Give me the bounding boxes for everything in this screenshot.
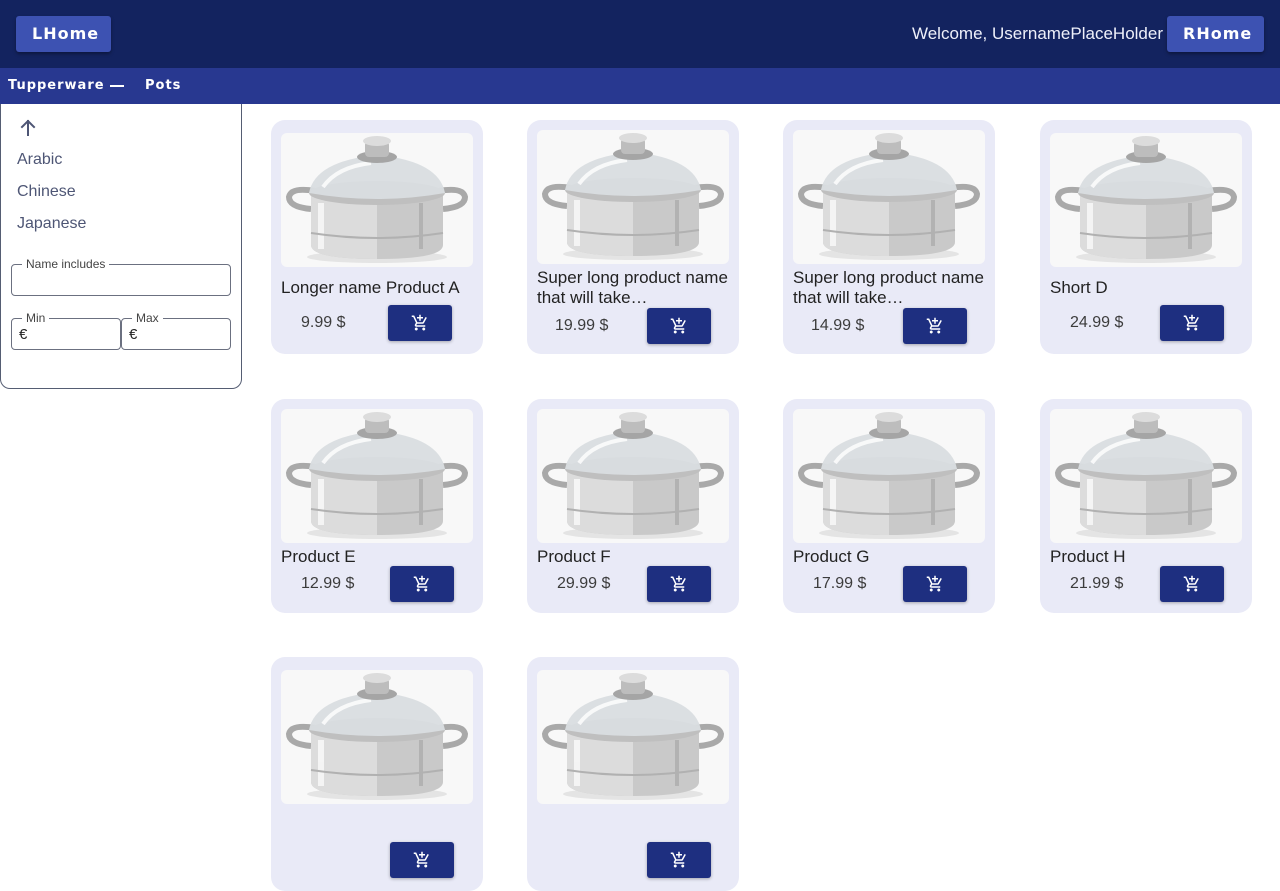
breadcrumb-item-pots[interactable]: Pots	[145, 78, 181, 94]
product-name: Product G	[793, 547, 870, 566]
cooking-pot-icon	[541, 412, 725, 539]
add-shopping-cart-icon	[670, 317, 686, 334]
add-shopping-cart-icon	[1183, 314, 1199, 331]
add-shopping-cart-icon	[413, 575, 429, 592]
add-shopping-cart-icon	[926, 317, 942, 334]
add-to-cart-button[interactable]	[390, 566, 454, 602]
product-card[interactable]: Short D 24.99 $	[1040, 120, 1252, 354]
breadcrumb-item-tupperware[interactable]: Tupperware	[8, 78, 105, 94]
add-to-cart-button[interactable]	[388, 305, 452, 341]
product-card[interactable]: Super long product name that will take… 1…	[527, 120, 739, 354]
product-name: Short D	[1050, 278, 1108, 297]
cooking-pot-icon	[285, 673, 469, 800]
product-card[interactable]: Product H 21.99 $	[1040, 399, 1252, 613]
product-card[interactable]	[527, 657, 739, 891]
rhome-button[interactable]: RHome	[1167, 16, 1264, 52]
product-image[interactable]	[537, 670, 729, 804]
product-card[interactable]: Product G 17.99 $	[783, 399, 995, 613]
filter-sidebar: Arabic Chinese Japanese Name includes Mi…	[0, 104, 242, 389]
product-price: 14.99 $	[811, 317, 865, 334]
product-card[interactable]: Longer name Product A 9.99 $	[271, 120, 483, 354]
cooking-pot-icon	[797, 412, 981, 539]
add-to-cart-button[interactable]	[647, 308, 711, 344]
product-name: Longer name Product A	[281, 278, 460, 297]
product-price: 12.99 $	[301, 575, 355, 592]
top-app-bar: LHome Welcome, UsernamePlaceHolder RHome	[0, 0, 1280, 68]
add-shopping-cart-icon	[413, 851, 429, 868]
product-card[interactable]: Product F 29.99 $	[527, 399, 739, 613]
add-to-cart-button[interactable]	[647, 566, 711, 602]
add-to-cart-button[interactable]	[1160, 305, 1224, 341]
max-price-input[interactable]	[122, 319, 230, 349]
min-price-input[interactable]	[12, 319, 120, 349]
add-to-cart-button[interactable]	[647, 842, 711, 878]
add-to-cart-button[interactable]	[390, 842, 454, 878]
product-price: 19.99 $	[555, 317, 609, 334]
cooking-pot-icon	[285, 412, 469, 539]
category-item-chinese[interactable]: Chinese	[17, 182, 76, 202]
cooking-pot-icon	[797, 133, 981, 260]
product-image[interactable]	[537, 409, 729, 543]
product-image[interactable]	[281, 133, 473, 267]
product-card[interactable]: Super long product name that will take… 1…	[783, 120, 995, 354]
breadcrumb: Tupperware Pots	[0, 68, 1280, 104]
add-to-cart-button[interactable]	[1160, 566, 1224, 602]
product-price: 29.99 $	[557, 575, 611, 592]
cooking-pot-icon	[541, 133, 725, 260]
product-price: 24.99 $	[1070, 314, 1124, 331]
add-to-cart-button[interactable]	[903, 566, 967, 602]
add-shopping-cart-icon	[411, 314, 427, 331]
lhome-button[interactable]: LHome	[16, 16, 111, 52]
min-price-field: Min €	[11, 311, 121, 350]
add-to-cart-button[interactable]	[903, 308, 967, 344]
breadcrumb-separator	[110, 85, 124, 87]
product-image[interactable]	[793, 409, 985, 543]
product-image[interactable]	[537, 130, 729, 264]
name-includes-input[interactable]	[12, 265, 230, 295]
cooking-pot-icon	[1054, 412, 1238, 539]
add-shopping-cart-icon	[1183, 575, 1199, 592]
product-name: Product E	[281, 547, 356, 566]
cooking-pot-icon	[1054, 136, 1238, 263]
product-name: Super long product name that will take…	[537, 268, 728, 307]
max-price-field: Max €	[121, 311, 231, 350]
welcome-text: Welcome, UsernamePlaceHolder	[911, 24, 1163, 43]
product-image[interactable]	[793, 130, 985, 264]
category-item-japanese[interactable]: Japanese	[17, 214, 86, 234]
add-shopping-cart-icon	[670, 575, 686, 592]
product-image[interactable]	[1050, 133, 1242, 267]
name-includes-field: Name includes	[11, 257, 231, 296]
cooking-pot-icon	[285, 136, 469, 263]
product-name: Product F	[537, 547, 611, 566]
arrow-up-icon[interactable]	[18, 118, 38, 138]
add-shopping-cart-icon	[926, 575, 942, 592]
product-card[interactable]	[271, 657, 483, 891]
category-item-arabic[interactable]: Arabic	[17, 150, 62, 170]
product-name: Super long product name that will take…	[793, 268, 984, 307]
product-image[interactable]	[281, 670, 473, 804]
product-price: 17.99 $	[813, 575, 867, 592]
product-image[interactable]	[1050, 409, 1242, 543]
cooking-pot-icon	[541, 673, 725, 800]
product-price: 9.99 $	[301, 314, 346, 331]
add-shopping-cart-icon	[670, 851, 686, 868]
product-name: Product H	[1050, 547, 1126, 566]
product-image[interactable]	[281, 409, 473, 543]
product-price: 21.99 $	[1070, 575, 1124, 592]
product-card[interactable]: Product E 12.99 $	[271, 399, 483, 613]
